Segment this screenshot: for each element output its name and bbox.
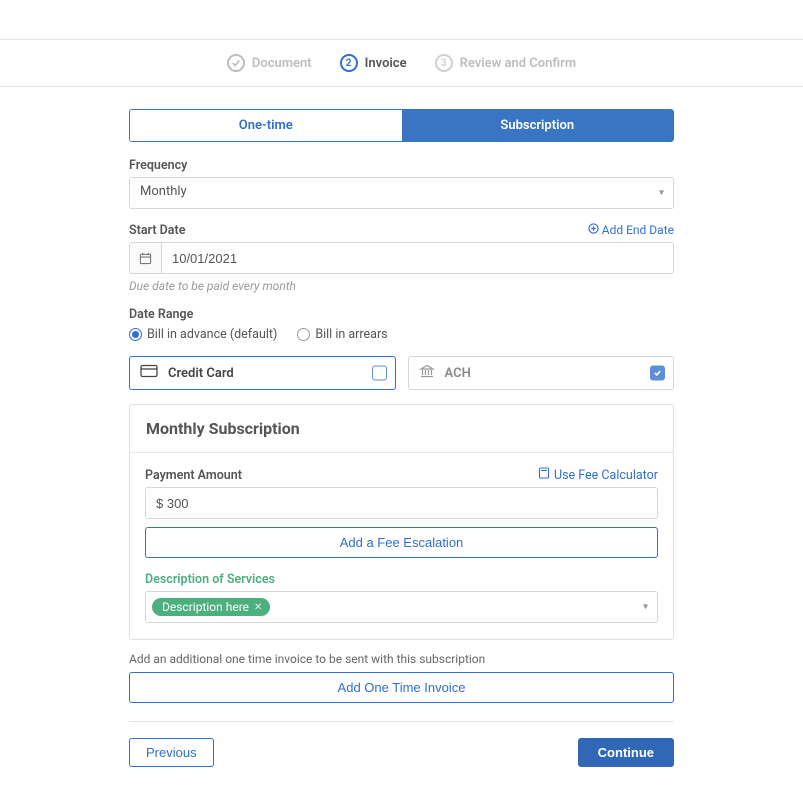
step-invoice[interactable]: 2 Invoice: [340, 54, 407, 72]
payment-amount-label: Payment Amount: [145, 468, 242, 483]
payment-label: ACH: [445, 366, 471, 381]
step-label: Review and Confirm: [460, 56, 577, 71]
payment-methods: Credit Card ACH: [129, 356, 674, 390]
radio-label: Bill in advance (default): [147, 327, 277, 342]
checkbox-checked-icon: [650, 366, 665, 381]
payment-amount-input[interactable]: [145, 487, 658, 519]
step-number-icon: 3: [435, 54, 453, 72]
radio-bill-arrears[interactable]: Bill in arrears: [297, 327, 387, 342]
step-label: Document: [252, 56, 312, 71]
subscription-panel: Monthly Subscription Payment Amount Use …: [129, 404, 674, 640]
date-range-label: Date Range: [129, 307, 674, 322]
additional-note: Add an additional one time invoice to be…: [129, 652, 674, 666]
add-end-date-link[interactable]: Add End Date: [588, 223, 674, 237]
previous-button[interactable]: Previous: [129, 738, 214, 767]
payment-label: Credit Card: [168, 366, 234, 381]
step-document[interactable]: Document: [227, 54, 312, 72]
step-label: Invoice: [365, 56, 407, 71]
plus-circle-icon: [588, 223, 599, 237]
bank-icon: [419, 364, 435, 382]
radio-icon: [129, 328, 142, 341]
start-date-field: Start Date Add End Date Due date to be p…: [129, 223, 674, 293]
frequency-field: Frequency Monthly ▾: [129, 158, 674, 209]
tab-onetime[interactable]: One-time: [130, 110, 402, 141]
start-date-hint: Due date to be paid every month: [129, 279, 674, 293]
start-date-input[interactable]: [161, 242, 674, 274]
calculator-icon: [538, 467, 550, 483]
form-container: One-time Subscription Frequency Monthly …: [129, 109, 674, 767]
add-end-date-text: Add End Date: [602, 223, 674, 237]
tag-text: Description here: [162, 600, 249, 614]
panel-title: Monthly Subscription: [130, 405, 673, 453]
radio-bill-advance[interactable]: Bill in advance (default): [129, 327, 277, 342]
continue-button[interactable]: Continue: [578, 738, 674, 767]
frequency-select-wrap: Monthly ▾: [129, 177, 674, 209]
step-review[interactable]: 3 Review and Confirm: [435, 54, 577, 72]
tab-subscription[interactable]: Subscription: [402, 110, 674, 141]
description-select[interactable]: Description here ✕: [145, 591, 658, 623]
frequency-select[interactable]: Monthly: [129, 177, 674, 209]
radio-icon: [297, 328, 310, 341]
radio-label: Bill in arrears: [315, 327, 387, 342]
description-label: Description of Services: [145, 572, 275, 587]
stepper: Document 2 Invoice 3 Review and Confirm: [0, 40, 803, 87]
tag-remove-icon[interactable]: ✕: [254, 602, 262, 613]
billing-type-tabs: One-time Subscription: [129, 109, 674, 142]
frequency-label: Frequency: [129, 158, 674, 173]
checkbox-icon: [372, 366, 387, 381]
credit-card-icon: [140, 364, 158, 382]
payment-ach[interactable]: ACH: [408, 356, 675, 390]
add-one-time-invoice-button[interactable]: Add One Time Invoice: [129, 672, 674, 703]
add-fee-escalation-button[interactable]: Add a Fee Escalation: [145, 527, 658, 558]
start-date-label: Start Date: [129, 223, 185, 238]
fee-calc-text: Use Fee Calculator: [554, 468, 658, 483]
description-tag: Description here ✕: [152, 598, 270, 616]
fee-calculator-link[interactable]: Use Fee Calculator: [538, 467, 658, 483]
step-number-icon: 2: [340, 54, 358, 72]
top-spacer: [0, 0, 803, 40]
check-circle-icon: [227, 54, 245, 72]
calendar-icon[interactable]: [129, 242, 161, 274]
footer-actions: Previous Continue: [129, 721, 674, 767]
date-range-field: Date Range Bill in advance (default) Bil…: [129, 307, 674, 342]
payment-credit-card[interactable]: Credit Card: [129, 356, 396, 390]
